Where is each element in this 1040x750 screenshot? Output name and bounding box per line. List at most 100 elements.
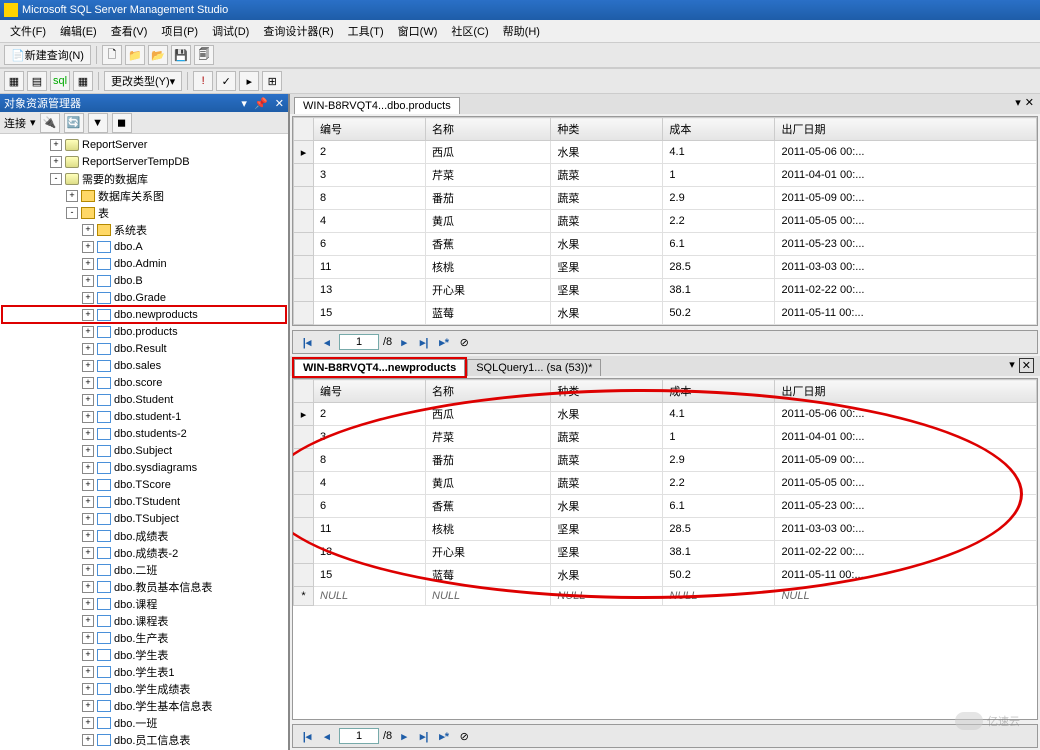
tool-icon[interactable]: 🗐 bbox=[194, 45, 214, 65]
table-cell[interactable]: 4.1 bbox=[663, 141, 775, 164]
tree-item[interactable]: +dbo.Student bbox=[2, 391, 286, 408]
table-cell[interactable]: 番茄 bbox=[426, 449, 551, 472]
tree-item[interactable]: +dbo.Subject bbox=[2, 442, 286, 459]
menu-tools[interactable]: 工具(T) bbox=[342, 21, 390, 41]
tree-item[interactable]: +dbo.成绩表-2 bbox=[2, 544, 286, 561]
column-header[interactable]: 成本 bbox=[663, 118, 775, 141]
next-new-icon[interactable]: ▸* bbox=[436, 728, 452, 744]
tool-icon[interactable]: ⊞ bbox=[262, 71, 282, 91]
table-cell[interactable]: 2011-05-09 00:... bbox=[775, 187, 1037, 210]
expander-icon[interactable]: + bbox=[82, 632, 94, 644]
table-cell[interactable]: NULL bbox=[314, 587, 426, 606]
expander-icon[interactable]: + bbox=[82, 530, 94, 542]
table-cell[interactable]: 坚果 bbox=[551, 256, 663, 279]
tree-item[interactable]: +数据库关系图 bbox=[2, 187, 286, 204]
prev-page-icon[interactable]: ◂ bbox=[319, 728, 335, 744]
tree-item[interactable]: +dbo.sales bbox=[2, 357, 286, 374]
table-cell[interactable]: 西瓜 bbox=[426, 403, 551, 426]
table-cell[interactable]: 8 bbox=[314, 187, 426, 210]
table-cell[interactable]: 3 bbox=[314, 426, 426, 449]
menu-view[interactable]: 查看(V) bbox=[105, 21, 154, 41]
tree-item[interactable]: +dbo.二班 bbox=[2, 561, 286, 578]
menu-community[interactable]: 社区(C) bbox=[445, 21, 494, 41]
tree-item[interactable]: +dbo.学生表1 bbox=[2, 663, 286, 680]
tool-sql-icon[interactable]: sql bbox=[50, 71, 70, 91]
table-cell[interactable]: 香蕉 bbox=[426, 495, 551, 518]
table-cell[interactable]: 2011-04-01 00:... bbox=[775, 426, 1037, 449]
table-cell[interactable]: 蔬菜 bbox=[551, 210, 663, 233]
expander-icon[interactable]: + bbox=[82, 479, 94, 491]
expander-icon[interactable]: + bbox=[82, 394, 94, 406]
table-cell[interactable]: NULL bbox=[426, 587, 551, 606]
table-cell[interactable]: 坚果 bbox=[551, 541, 663, 564]
menu-project[interactable]: 项目(P) bbox=[155, 21, 204, 41]
table-cell[interactable]: 11 bbox=[314, 518, 426, 541]
table-cell[interactable]: 2011-05-05 00:... bbox=[775, 210, 1037, 233]
table-cell[interactable]: 2011-02-22 00:... bbox=[775, 541, 1037, 564]
table-cell[interactable]: 15 bbox=[314, 564, 426, 587]
table-cell[interactable]: NULL bbox=[551, 587, 663, 606]
table-cell[interactable]: NULL bbox=[426, 325, 551, 327]
table-cell[interactable]: 38.1 bbox=[663, 541, 775, 564]
tab-dropdown-icon[interactable]: ▾ bbox=[1015, 96, 1021, 109]
table-row[interactable]: 13开心果坚果38.12011-02-22 00:... bbox=[294, 541, 1037, 564]
menu-help[interactable]: 帮助(H) bbox=[497, 21, 546, 41]
table-row[interactable]: 13开心果坚果38.12011-02-22 00:... bbox=[294, 279, 1037, 302]
expander-icon[interactable]: + bbox=[82, 258, 94, 270]
tree-item[interactable]: +dbo.教员基本信息表 bbox=[2, 578, 286, 595]
tab-sqlquery[interactable]: SQLQuery1... (sa (53))* bbox=[467, 359, 601, 376]
table-cell[interactable]: 2011-05-11 00:... bbox=[775, 564, 1037, 587]
menu-file[interactable]: 文件(F) bbox=[4, 21, 52, 41]
expander-icon[interactable]: + bbox=[82, 649, 94, 661]
page-input[interactable] bbox=[339, 334, 379, 350]
tree-view[interactable]: +ReportServer+ReportServerTempDB-需要的数据库+… bbox=[0, 134, 288, 750]
table-cell[interactable]: NULL bbox=[663, 587, 775, 606]
dropdown-icon[interactable]: ▾ bbox=[241, 98, 247, 110]
table-cell[interactable]: 2011-05-09 00:... bbox=[775, 449, 1037, 472]
table-cell[interactable]: NULL bbox=[775, 587, 1037, 606]
tree-item[interactable]: +dbo.newproducts bbox=[2, 306, 286, 323]
table-cell[interactable]: 2 bbox=[314, 141, 426, 164]
tool-icon[interactable]: 🗋 bbox=[102, 45, 122, 65]
table-cell[interactable]: 6.1 bbox=[663, 233, 775, 256]
expander-icon[interactable]: + bbox=[82, 428, 94, 440]
table-cell[interactable]: 2011-05-23 00:... bbox=[775, 495, 1037, 518]
table-cell[interactable]: 4.1 bbox=[663, 403, 775, 426]
stop-icon[interactable]: ⊘ bbox=[456, 334, 472, 350]
table-cell[interactable]: 6 bbox=[314, 495, 426, 518]
table-cell[interactable]: 2 bbox=[314, 403, 426, 426]
table-row[interactable]: 3芹菜蔬菜12011-04-01 00:... bbox=[294, 426, 1037, 449]
next-new-icon[interactable]: ▸* bbox=[436, 334, 452, 350]
tab-newproducts[interactable]: WIN-B8RVQT4...newproducts bbox=[294, 359, 465, 376]
table-cell[interactable]: 2011-05-23 00:... bbox=[775, 233, 1037, 256]
table-cell[interactable]: 西瓜 bbox=[426, 141, 551, 164]
table-cell[interactable]: 水果 bbox=[551, 403, 663, 426]
table-row[interactable]: 6香蕉水果6.12011-05-23 00:... bbox=[294, 495, 1037, 518]
table-cell[interactable]: 黄瓜 bbox=[426, 472, 551, 495]
table-cell[interactable]: 坚果 bbox=[551, 279, 663, 302]
table-row[interactable]: ▸2西瓜水果4.12011-05-06 00:... bbox=[294, 403, 1037, 426]
table-cell[interactable]: 蓝莓 bbox=[426, 564, 551, 587]
menu-window[interactable]: 窗口(W) bbox=[392, 21, 444, 41]
column-header[interactable]: 出厂日期 bbox=[775, 118, 1037, 141]
tool-icon[interactable]: 📂 bbox=[148, 45, 168, 65]
tree-item[interactable]: +dbo.课程 bbox=[2, 595, 286, 612]
column-header[interactable]: 种类 bbox=[551, 118, 663, 141]
expander-icon[interactable]: + bbox=[82, 309, 94, 321]
tree-item[interactable]: +dbo.学生表 bbox=[2, 646, 286, 663]
table-cell[interactable]: 28.5 bbox=[663, 518, 775, 541]
table-cell[interactable]: 50.2 bbox=[663, 564, 775, 587]
table-cell[interactable]: 芹菜 bbox=[426, 164, 551, 187]
table-row[interactable]: 4黄瓜蔬菜2.22011-05-05 00:... bbox=[294, 210, 1037, 233]
table-cell[interactable]: 6.1 bbox=[663, 495, 775, 518]
tree-item[interactable]: +dbo.A bbox=[2, 238, 286, 255]
table-cell[interactable]: 28.5 bbox=[663, 256, 775, 279]
last-page-icon[interactable]: ▸| bbox=[416, 334, 432, 350]
expander-icon[interactable]: + bbox=[82, 360, 94, 372]
tree-item[interactable]: +dbo.TSubject bbox=[2, 510, 286, 527]
table-cell[interactable]: 1 bbox=[663, 426, 775, 449]
table-cell[interactable]: 蔬菜 bbox=[551, 472, 663, 495]
table-cell[interactable]: 4 bbox=[314, 210, 426, 233]
table-cell[interactable]: NULL bbox=[314, 325, 426, 327]
pin-icon[interactable]: 📌 bbox=[254, 98, 268, 110]
